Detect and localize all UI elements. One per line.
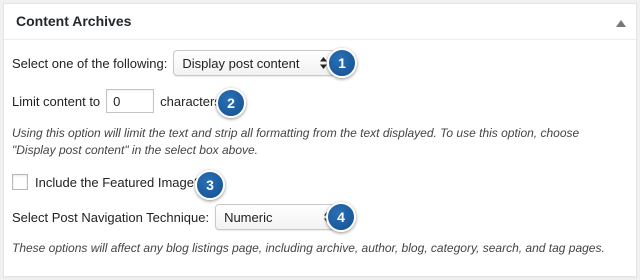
content-select-value: Display post content: [182, 55, 300, 71]
navigation-label: Select Post Navigation Technique:: [12, 209, 210, 225]
featured-image-label[interactable]: Include the Featured Image?: [35, 175, 201, 190]
content-select-label: Select one of the following:: [12, 55, 168, 71]
featured-image-checkbox[interactable]: [12, 174, 28, 190]
limit-help-text: Using this option will limit the text an…: [12, 126, 580, 157]
characters-label: characters: [160, 93, 221, 109]
step-badge-4: 4: [326, 202, 356, 232]
panel-header: Content Archives: [4, 4, 636, 40]
step-badge-2: 2: [216, 88, 246, 118]
navigation-row: Select Post Navigation Technique: Numeri…: [12, 204, 340, 230]
triangle-up-icon[interactable]: [614, 16, 628, 30]
limit-label: Limit content to: [12, 93, 101, 109]
navigation-select-value: Numeric: [224, 209, 273, 225]
navigation-select[interactable]: Numeric: [215, 204, 340, 230]
panel-title: Content Archives: [16, 13, 132, 29]
step-badge-1: 1: [327, 48, 357, 78]
listings-help-text: These options will affect any blog listi…: [12, 241, 605, 255]
limit-content-row: Limit content to characters: [12, 88, 221, 114]
content-select-row: Select one of the following: Display pos…: [12, 50, 336, 76]
featured-image-row: Include the Featured Image?: [12, 171, 201, 193]
content-select[interactable]: Display post content: [173, 50, 336, 76]
limit-characters-input[interactable]: [106, 89, 155, 113]
step-badge-3: 3: [195, 170, 225, 200]
